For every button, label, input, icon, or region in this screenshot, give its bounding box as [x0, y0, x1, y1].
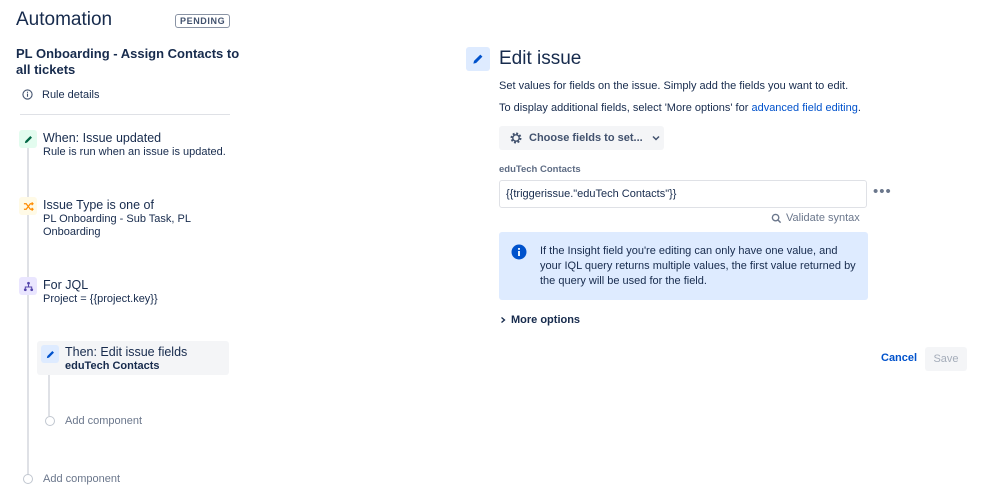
add-component-dot: [23, 474, 33, 484]
desc-text: To display additional fields, select 'Mo…: [499, 102, 752, 114]
branch-subtitle: Project = {{project.key}}: [43, 293, 158, 305]
rule-details-link[interactable]: Rule details: [20, 88, 230, 115]
branch-icon: [23, 281, 33, 291]
panel-title: Edit issue: [499, 48, 582, 69]
trigger-node[interactable]: [19, 130, 37, 148]
rule-name: PL Onboarding - Assign Contacts to all t…: [16, 46, 240, 77]
status-badge: PENDING: [175, 14, 231, 28]
pencil-icon: [46, 350, 54, 358]
edit-issue-icon: [466, 47, 490, 71]
rule-details-label: Rule details: [42, 89, 100, 101]
pencil-icon: [24, 135, 32, 143]
choose-fields-label: Choose fields to set...: [529, 132, 643, 144]
more-options-toggle[interactable]: More options: [499, 314, 580, 326]
field-label: eduTech Contacts: [499, 164, 581, 175]
more-actions-icon[interactable]: •••: [873, 183, 892, 200]
branch-title[interactable]: For JQL: [43, 278, 88, 292]
action-node: [41, 345, 59, 363]
action-title[interactable]: Then: Edit issue fields: [65, 345, 187, 359]
add-component-nested[interactable]: Add component: [65, 415, 142, 427]
app-title: Automation: [16, 9, 113, 30]
add-component-root[interactable]: Add component: [43, 473, 120, 485]
shuffle-icon: [23, 201, 34, 211]
field-value: {{triggerissue."eduTech Contacts"}}: [506, 188, 677, 200]
info-message: If the Insight field you're editing can …: [499, 232, 868, 300]
gear-icon: [510, 132, 522, 144]
add-component-dot: [45, 416, 55, 426]
info-text: If the Insight field you're editing can …: [540, 245, 856, 287]
chevron-down-icon: [652, 135, 660, 141]
panel-description-more: To display additional fields, select 'Mo…: [499, 102, 861, 114]
branch-line: [48, 370, 50, 416]
info-icon: [511, 244, 527, 260]
action-subtitle: eduTech Contacts: [65, 360, 160, 372]
info-circle-icon: [22, 89, 33, 100]
chevron-right-icon: [501, 317, 506, 323]
advanced-field-editing-link[interactable]: advanced field editing: [751, 102, 857, 114]
condition-title[interactable]: Issue Type is one of: [43, 198, 154, 212]
choose-fields-button[interactable]: Choose fields to set...: [499, 126, 664, 150]
save-button[interactable]: Save: [925, 347, 967, 371]
flow-line: [27, 130, 29, 475]
search-icon: [771, 213, 782, 223]
trigger-title[interactable]: When: Issue updated: [43, 131, 161, 145]
desc-period: .: [857, 102, 861, 114]
field-value-input[interactable]: {{triggerissue."eduTech Contacts"}}: [499, 180, 867, 208]
cancel-button[interactable]: Cancel: [881, 352, 917, 364]
panel-description: Set values for fields on the issue. Simp…: [499, 80, 849, 92]
validate-syntax-button[interactable]: Validate syntax: [771, 212, 860, 224]
trigger-subtitle: Rule is run when an issue is updated.: [43, 146, 226, 158]
condition-subtitle: PL Onboarding - Sub Task, PL Onboarding: [43, 213, 191, 238]
condition-node[interactable]: [19, 197, 37, 215]
branch-node[interactable]: [19, 277, 37, 295]
more-options-label: More options: [511, 314, 581, 326]
validate-label: Validate syntax: [786, 212, 860, 224]
